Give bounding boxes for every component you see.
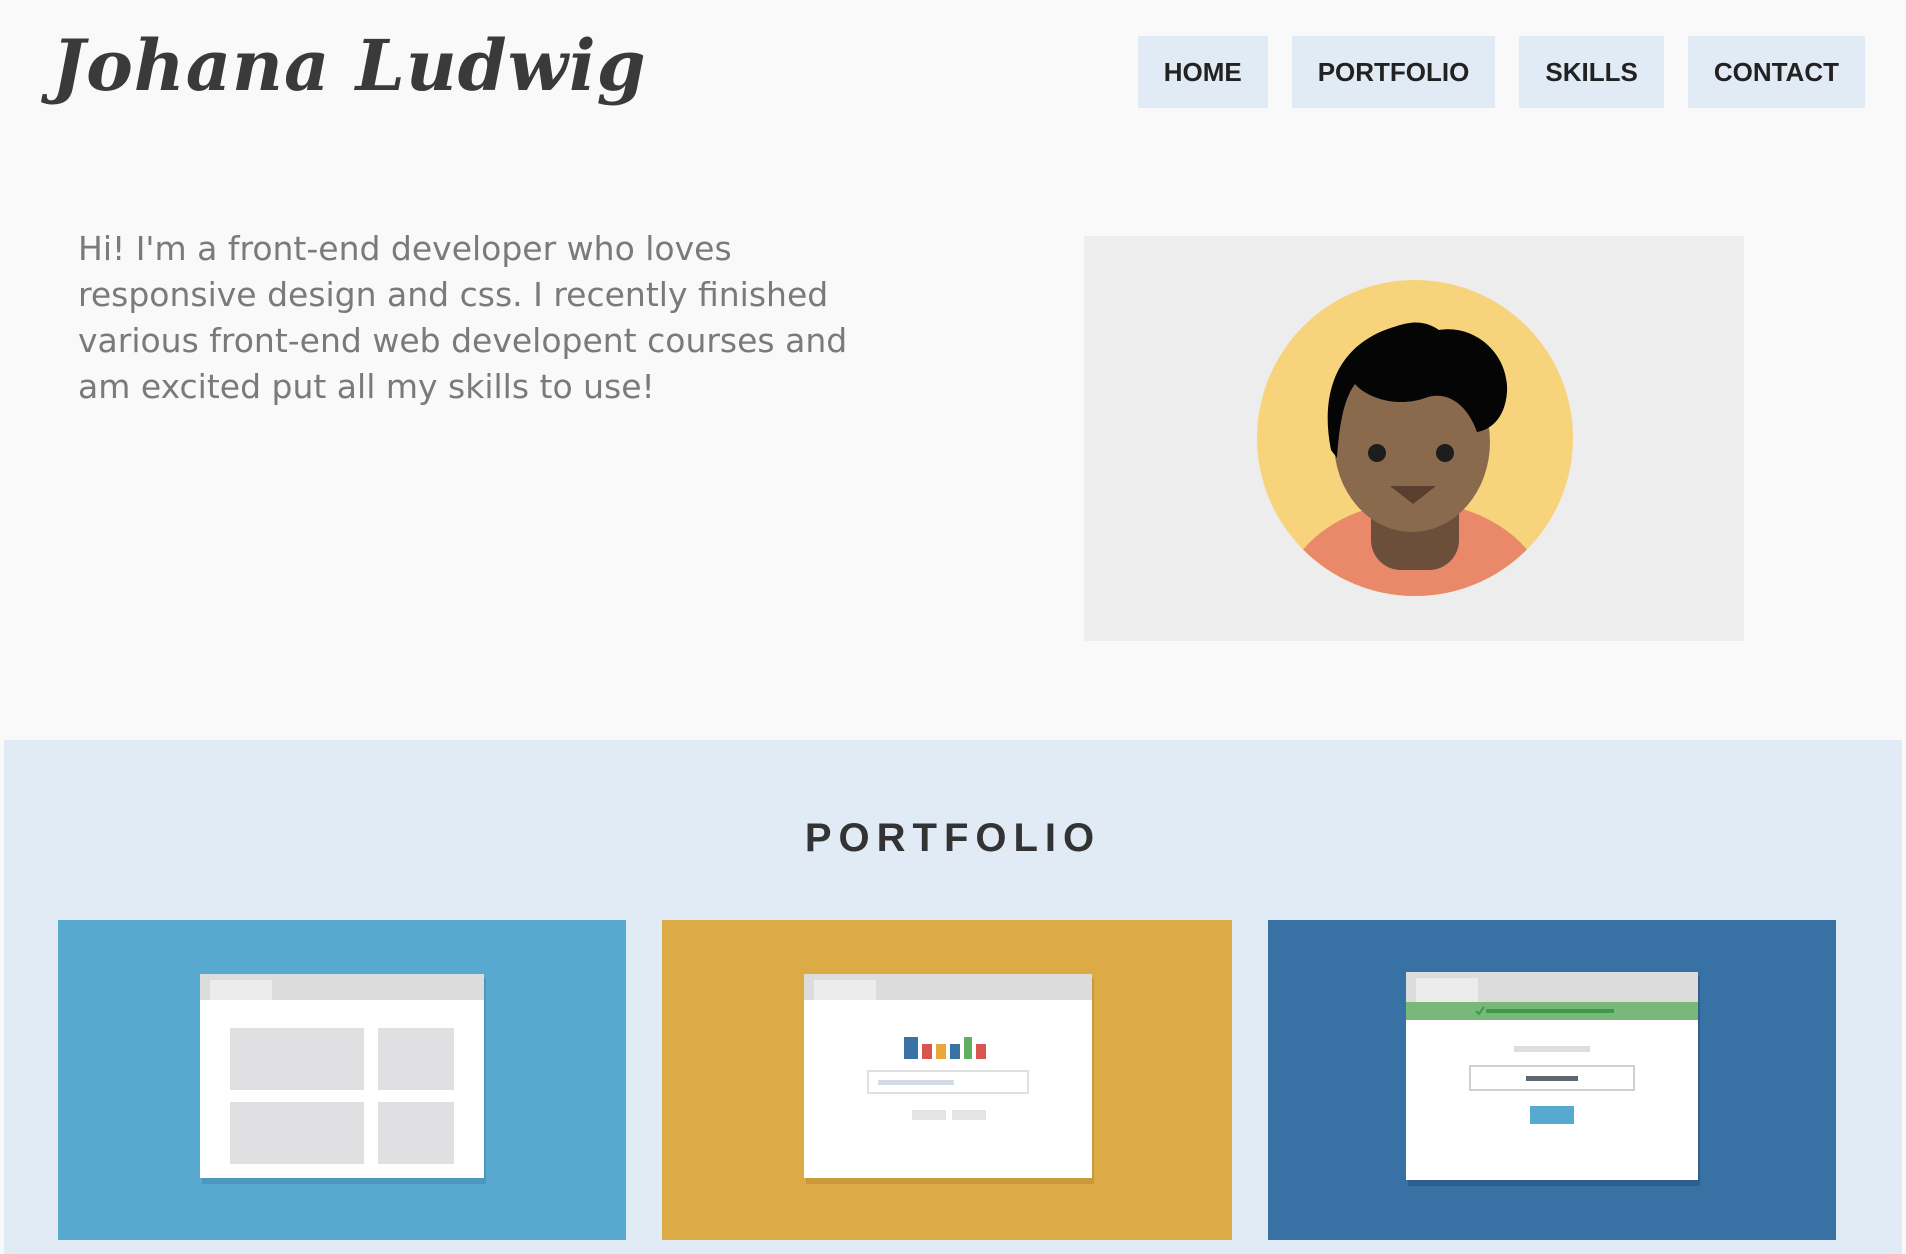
avatar-illustration (1257, 280, 1573, 596)
main-nav: HOME PORTFOLIO SKILLS CONTACT (1137, 36, 1865, 108)
portfolio-card-layout[interactable] (58, 920, 626, 1240)
portfolio-heading: PORTFOLIO (804, 816, 1102, 860)
nav-home-button[interactable]: HOME (1137, 36, 1268, 108)
nav-skills-button[interactable]: SKILLS (1519, 36, 1664, 108)
profile-photo-frame (1084, 236, 1744, 641)
nav-portfolio-button[interactable]: PORTFOLIO (1291, 36, 1496, 108)
portfolio-card-chart[interactable] (662, 920, 1232, 1240)
layout-project-thumbnail (58, 920, 626, 1240)
intro-text: Hi! I'm a front-end developer who loves … (78, 229, 848, 406)
nav-contact-button[interactable]: CONTACT (1687, 36, 1865, 108)
page: Johana Ludwig HOME PORTFOLIO SKILLS CONT… (0, 0, 1906, 1254)
form-project-thumbnail (1268, 920, 1836, 1240)
chart-project-thumbnail (662, 920, 1232, 1240)
portfolio-card-form[interactable] (1268, 920, 1836, 1240)
portfolio-section: PORTFOLIO (4, 740, 1902, 1254)
site-logo[interactable]: Johana Ludwig (52, 24, 647, 108)
